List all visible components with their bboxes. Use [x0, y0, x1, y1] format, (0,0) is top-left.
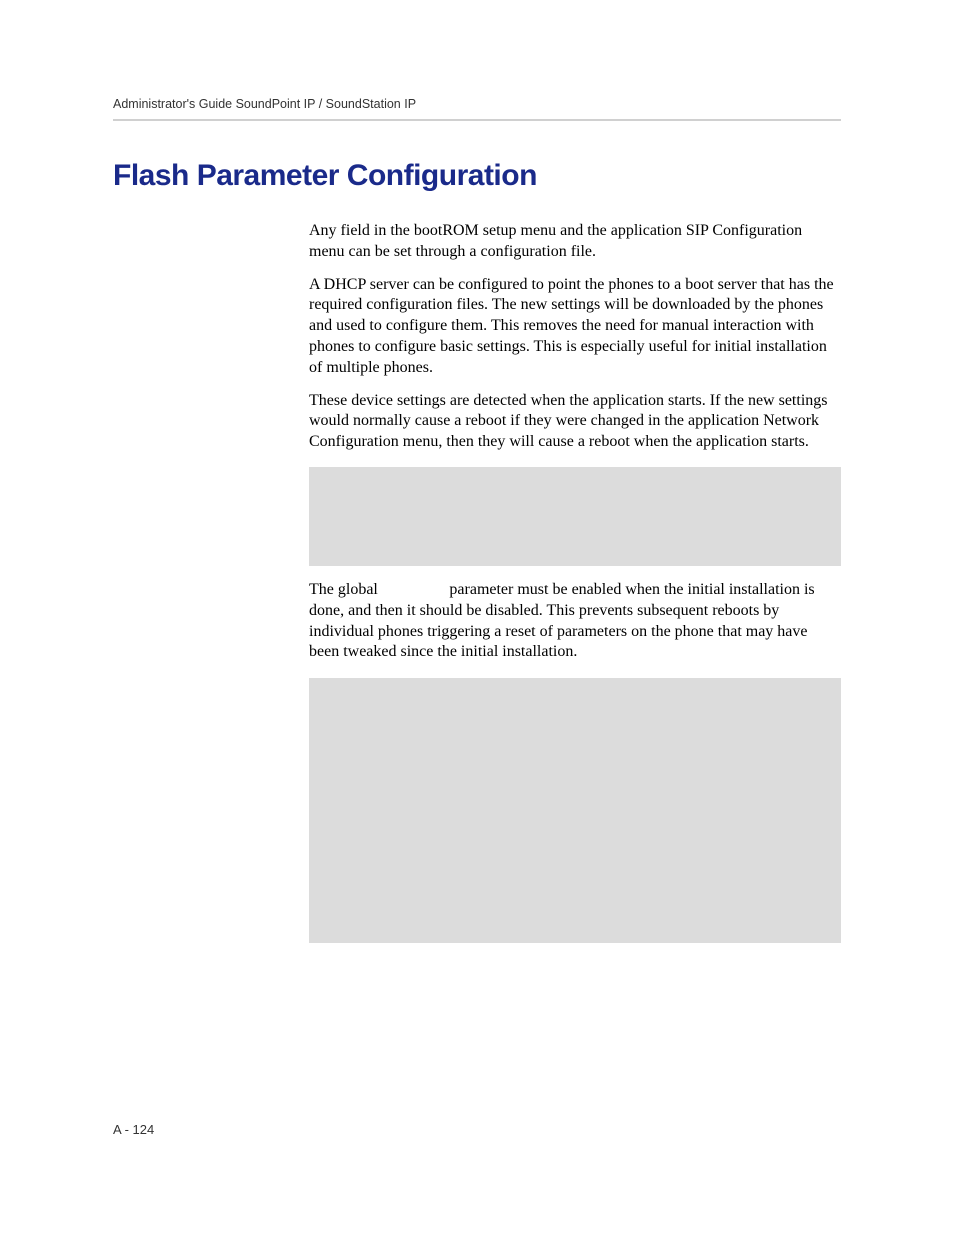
placeholder-box-2 [309, 678, 841, 943]
header-breadcrumb: Administrator's Guide SoundPoint IP / So… [113, 97, 841, 111]
placeholder-box-1 [309, 467, 841, 566]
page-number: A - 124 [113, 1122, 154, 1137]
paragraph-3: These device settings are detected when … [309, 391, 841, 453]
paragraph-1: Any field in the bootROM setup menu and … [309, 221, 841, 263]
section-title: Flash Parameter Configuration [113, 159, 841, 193]
paragraph-2: A DHCP server can be configured to point… [309, 275, 841, 379]
paragraph-4-part2: parameter must be enabled when the initi… [309, 581, 815, 660]
paragraph-4-part1: The global [309, 581, 382, 598]
header-divider [113, 119, 841, 121]
paragraph-4: The global device.set parameter must be … [309, 580, 841, 663]
